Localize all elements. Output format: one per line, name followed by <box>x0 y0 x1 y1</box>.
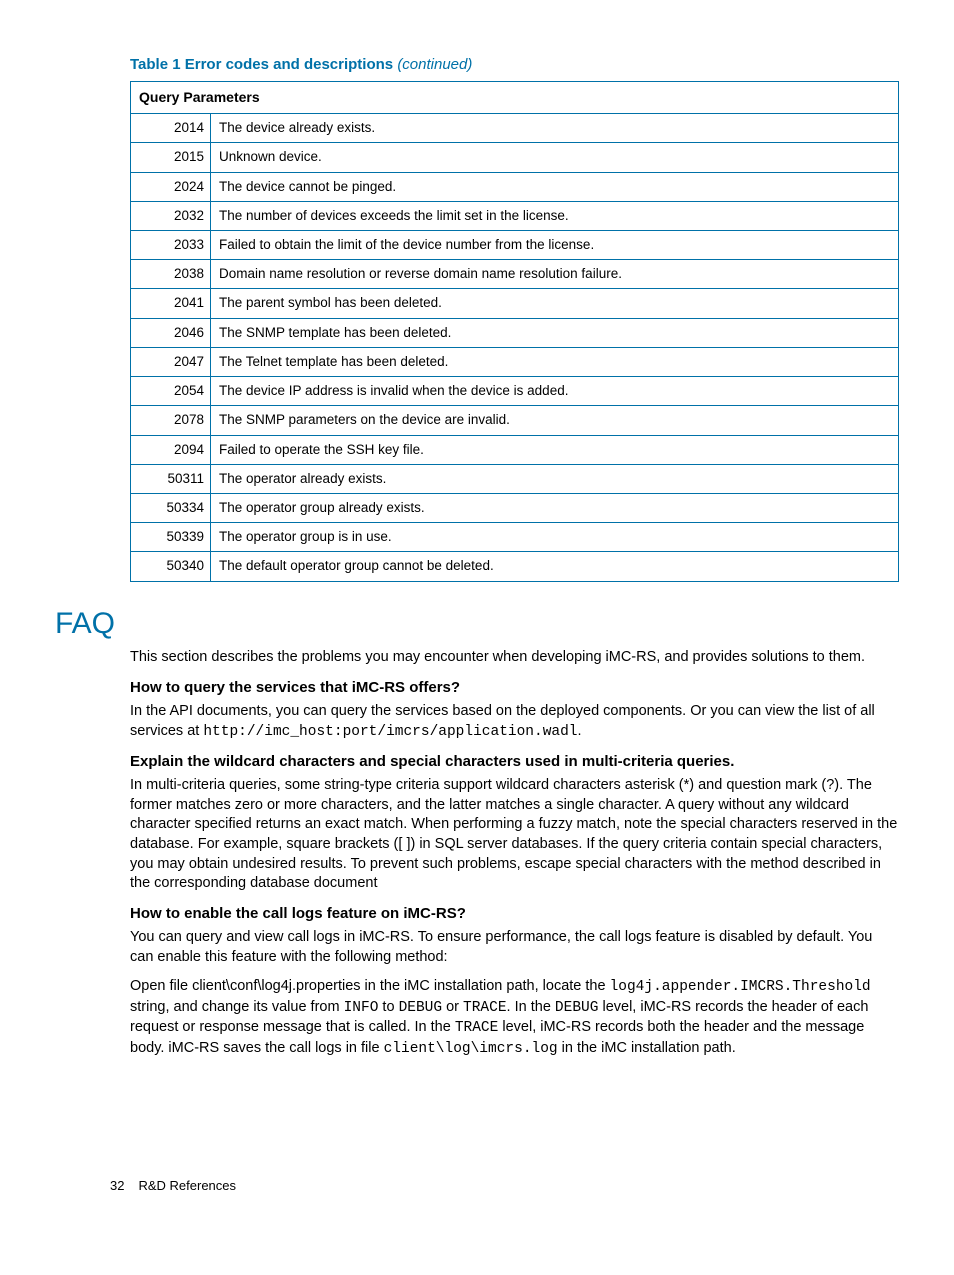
a3b-t3: to <box>378 999 398 1015</box>
error-description: The operator group already exists. <box>211 493 899 522</box>
faq-question-3: How to enable the call logs feature on i… <box>130 904 899 924</box>
error-description: The operator group is in use. <box>211 523 899 552</box>
error-description: The SNMP template has been deleted. <box>211 318 899 347</box>
table-row: 2024The device cannot be pinged. <box>131 172 899 201</box>
error-code: 2094 <box>131 435 211 464</box>
a3b-c2: INFO <box>344 1000 379 1016</box>
table-row: 2078The SNMP parameters on the device ar… <box>131 406 899 435</box>
a3b-c5: DEBUG <box>555 1000 599 1016</box>
faq-question-2: Explain the wildcard characters and spec… <box>130 752 899 772</box>
table-row: 50311The operator already exists. <box>131 464 899 493</box>
faq-answer-1: In the API documents, you can query the … <box>130 702 899 742</box>
error-description: The operator already exists. <box>211 464 899 493</box>
table-row: 2054The device IP address is invalid whe… <box>131 377 899 406</box>
a3b-c6: TRACE <box>455 1020 499 1036</box>
table-row: 2094Failed to operate the SSH key file. <box>131 435 899 464</box>
table-row: 50334The operator group already exists. <box>131 493 899 522</box>
error-code: 2033 <box>131 231 211 260</box>
a3b-t8: in the iMC installation path. <box>558 1040 736 1056</box>
a3b-c3: DEBUG <box>399 1000 443 1016</box>
error-description: The default operator group cannot be del… <box>211 552 899 581</box>
page-number: 32 <box>110 1178 124 1193</box>
error-code: 2014 <box>131 114 211 143</box>
a3b-c4: TRACE <box>463 1000 507 1016</box>
table-header: Query Parameters <box>131 82 899 114</box>
a3b-t2: string, and change its value from <box>130 999 344 1015</box>
faq-answer-3a: You can query and view call logs in iMC-… <box>130 928 899 967</box>
error-description: Failed to operate the SSH key file. <box>211 435 899 464</box>
error-description: The device already exists. <box>211 114 899 143</box>
a3b-t5: . In the <box>507 999 555 1015</box>
table-row: 2032The number of devices exceeds the li… <box>131 201 899 230</box>
table-caption: Table 1 Error codes and descriptions (co… <box>130 55 899 75</box>
error-code: 2024 <box>131 172 211 201</box>
table-row: 2014The device already exists. <box>131 114 899 143</box>
table-row: 2046The SNMP template has been deleted. <box>131 318 899 347</box>
error-code: 50340 <box>131 552 211 581</box>
a3b-c7: client\log\imcrs.log <box>384 1041 558 1057</box>
faq-a1-post: . <box>578 723 582 739</box>
error-code: 50334 <box>131 493 211 522</box>
error-description: Unknown device. <box>211 143 899 172</box>
error-description: Domain name resolution or reverse domain… <box>211 260 899 289</box>
error-code: 2041 <box>131 289 211 318</box>
footer-section: R&D References <box>138 1178 236 1193</box>
table-row: 2038Domain name resolution or reverse do… <box>131 260 899 289</box>
error-code: 2047 <box>131 347 211 376</box>
faq-answer-3b: Open file client\conf\log4j.properties i… <box>130 977 899 1059</box>
a3b-t1: Open file client\conf\log4j.properties i… <box>130 978 610 994</box>
table-row: 50339The operator group is in use. <box>131 523 899 552</box>
table-row: 2041The parent symbol has been deleted. <box>131 289 899 318</box>
error-code: 2038 <box>131 260 211 289</box>
error-description: The device cannot be pinged. <box>211 172 899 201</box>
table-row: 2033Failed to obtain the limit of the de… <box>131 231 899 260</box>
error-description: The Telnet template has been deleted. <box>211 347 899 376</box>
faq-heading: FAQ <box>55 604 899 645</box>
error-code: 2054 <box>131 377 211 406</box>
error-code: 2078 <box>131 406 211 435</box>
error-description: The number of devices exceeds the limit … <box>211 201 899 230</box>
table-caption-suffix: (continued) <box>397 56 472 73</box>
error-code: 50311 <box>131 464 211 493</box>
faq-intro: This section describes the problems you … <box>130 648 899 668</box>
faq-a1-code: http://imc_host:port/imcrs/application.w… <box>203 724 577 740</box>
table-caption-prefix: Table 1 Error codes and descriptions <box>130 56 397 73</box>
error-description: The parent symbol has been deleted. <box>211 289 899 318</box>
error-code: 2015 <box>131 143 211 172</box>
error-code: 2032 <box>131 201 211 230</box>
error-codes-table: Query Parameters 2014The device already … <box>130 81 899 581</box>
table-row: 2047The Telnet template has been deleted… <box>131 347 899 376</box>
table-row: 50340The default operator group cannot b… <box>131 552 899 581</box>
table-row: 2015Unknown device. <box>131 143 899 172</box>
error-description: The SNMP parameters on the device are in… <box>211 406 899 435</box>
error-code: 50339 <box>131 523 211 552</box>
error-code: 2046 <box>131 318 211 347</box>
page-footer: 32 R&D References <box>110 1177 236 1195</box>
faq-answer-2: In multi-criteria queries, some string-t… <box>130 776 899 893</box>
a3b-t4: or <box>442 999 463 1015</box>
faq-question-1: How to query the services that iMC-RS of… <box>130 678 899 698</box>
error-description: The device IP address is invalid when th… <box>211 377 899 406</box>
a3b-c1: log4j.appender.IMCRS.Threshold <box>610 979 871 995</box>
error-description: Failed to obtain the limit of the device… <box>211 231 899 260</box>
